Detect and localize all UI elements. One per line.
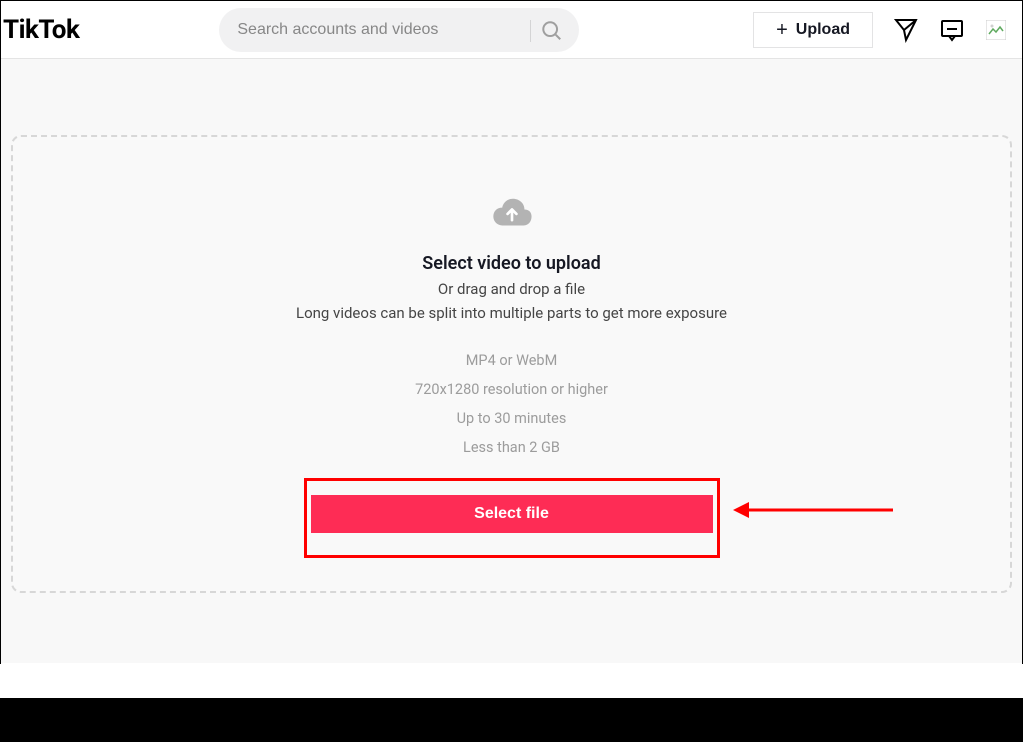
search-input[interactable] [219,8,579,52]
bottom-bar [0,698,1023,742]
send-icon[interactable] [893,17,919,43]
content-area: Select video to upload Or drag and drop … [1,59,1022,663]
cloud-upload-icon [490,197,534,229]
upload-button[interactable]: + Upload [753,12,873,48]
upload-info: Long videos can be split into multiple p… [296,304,727,322]
footer-gap [0,664,1023,698]
upload-spec: 720x1280 resolution or higher [415,381,608,398]
upload-title: Select video to upload [422,253,600,274]
header: TikTok + Upload [1,1,1022,59]
search-container [219,8,579,52]
upload-spec: Less than 2 GB [463,439,560,456]
header-right: + Upload [753,12,1006,48]
avatar[interactable] [985,15,1006,45]
select-file-button[interactable]: Select file [311,495,713,533]
annotation-highlight: Select file [304,478,720,558]
upload-subtitle: Or drag and drop a file [438,280,585,298]
plus-icon: + [776,20,788,40]
logo[interactable]: TikTok [3,15,79,45]
upload-label: Upload [796,21,850,39]
annotation-arrow-icon [733,495,893,529]
upload-spec: MP4 or WebM [466,352,557,369]
search-divider [530,20,531,42]
inbox-icon[interactable] [939,17,965,43]
upload-spec: Up to 30 minutes [457,410,567,427]
search-icon[interactable] [541,20,563,42]
